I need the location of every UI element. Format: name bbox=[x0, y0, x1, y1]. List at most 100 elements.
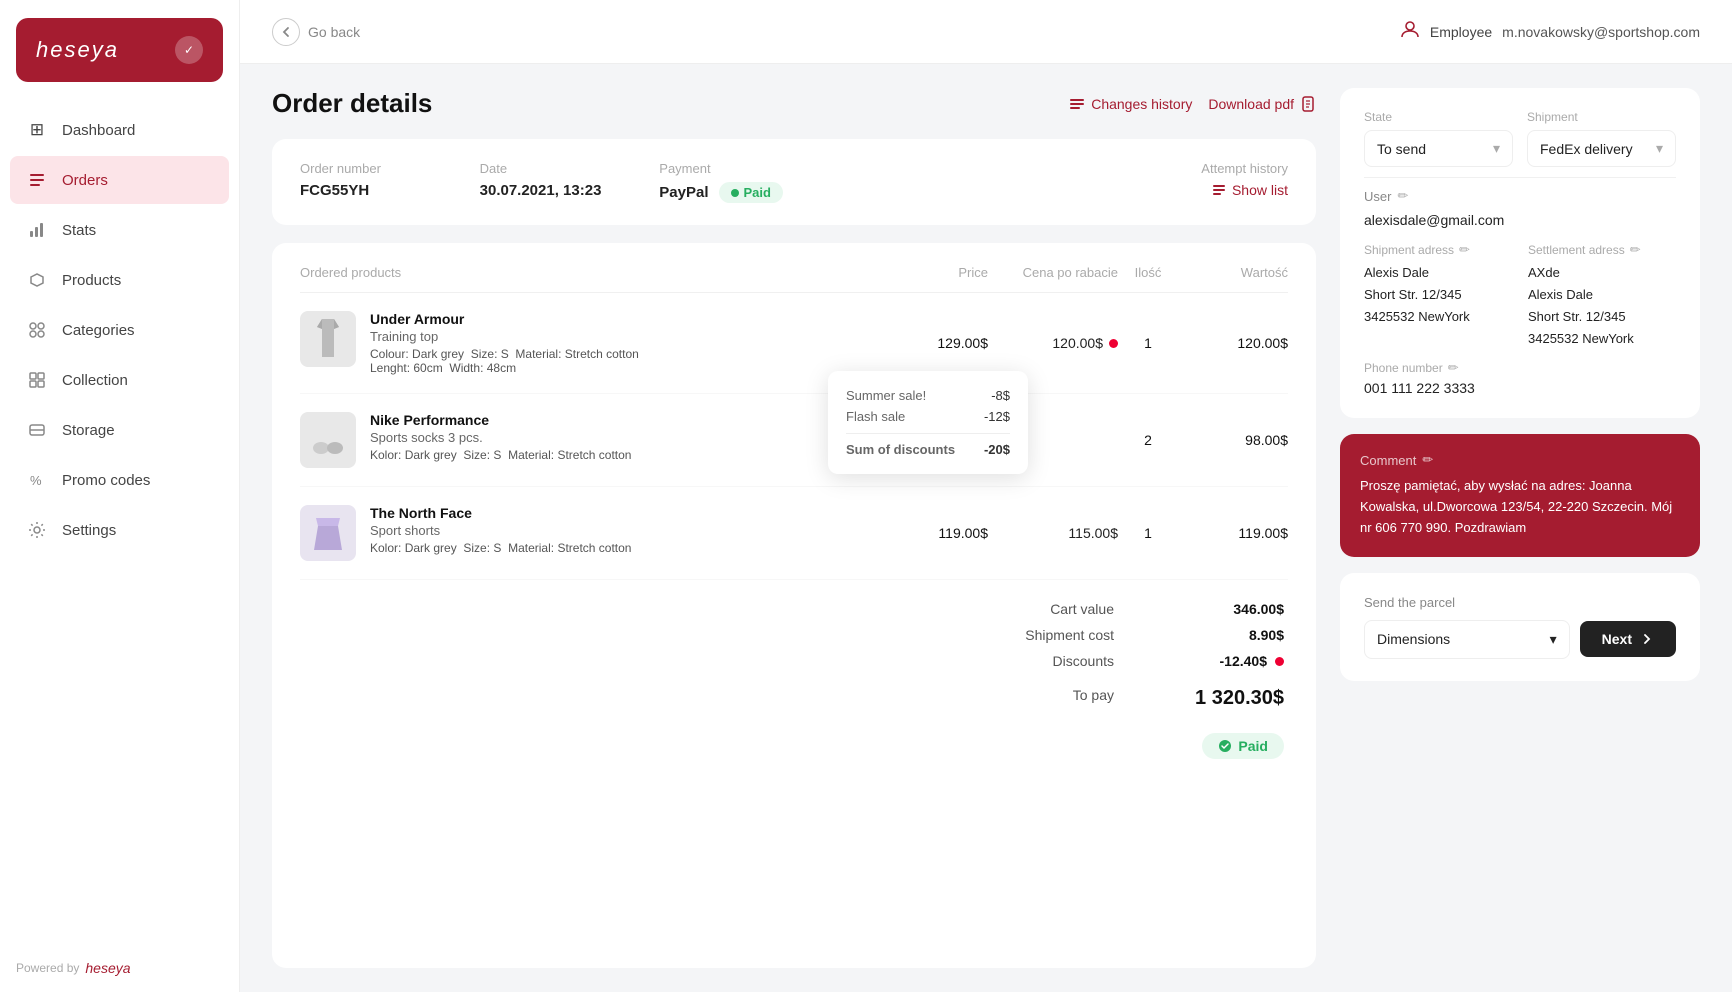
shipment-value: FedEx delivery bbox=[1540, 141, 1633, 157]
shipment-address-text: Shipment adress bbox=[1364, 243, 1454, 257]
footer-brand: heseya bbox=[85, 960, 130, 976]
meta-size-3: S bbox=[493, 541, 501, 555]
settlement-address-text: Settlement adress bbox=[1528, 243, 1625, 257]
shipment-field: Shipment FedEx delivery ▾ bbox=[1527, 110, 1676, 167]
product-name-3: Sport shorts bbox=[370, 523, 878, 538]
col-product-header: Ordered products bbox=[300, 265, 878, 280]
product-name-1: Training top bbox=[370, 329, 878, 344]
show-list-button[interactable]: Show list bbox=[1019, 182, 1288, 198]
promo-codes-icon: % bbox=[26, 469, 48, 491]
employee-email: m.novakowsky@sportshop.com bbox=[1502, 24, 1700, 40]
product-image-3 bbox=[300, 505, 356, 561]
order-title-row: Order details Changes history Download p… bbox=[272, 88, 1316, 119]
sidebar-item-orders[interactable]: Orders bbox=[10, 156, 229, 204]
attempt-history-label: Attempt history bbox=[1019, 161, 1288, 176]
order-actions: Changes history Download pdf bbox=[1069, 96, 1316, 112]
totals-section: Cart value 346.00$ Shipment cost 8.90$ D… bbox=[300, 596, 1288, 759]
show-list-label: Show list bbox=[1232, 182, 1288, 198]
products-table-header: Ordered products Price Cena po rabacie I… bbox=[300, 265, 1288, 293]
next-button[interactable]: Next bbox=[1580, 621, 1676, 657]
order-number-field: Order number FCG55YH bbox=[300, 161, 480, 199]
state-select[interactable]: To send ▾ bbox=[1364, 130, 1513, 167]
parcel-select[interactable]: Dimensions ▾ bbox=[1364, 620, 1570, 659]
sidebar-footer: Powered by heseya bbox=[0, 944, 239, 992]
phone-value: 001 111 222 3333 bbox=[1364, 380, 1676, 396]
comment-text: Proszę pamiętać, aby wysłać na adres: Jo… bbox=[1360, 476, 1680, 538]
topbar: Go back Employee m.novakowsky@sportshop.… bbox=[240, 0, 1732, 64]
changes-history-button[interactable]: Changes history bbox=[1069, 96, 1192, 112]
sidebar-item-categories[interactable]: Categories bbox=[10, 306, 229, 354]
sidebar-item-dashboard[interactable]: ⊞ Dashboard bbox=[10, 106, 229, 154]
discount-tooltip: Summer sale! -8$ Flash sale -12$ Sum of … bbox=[828, 371, 1028, 474]
categories-icon bbox=[26, 319, 48, 341]
discounts-row: Discounts -12.40$ bbox=[300, 648, 1284, 674]
order-number-label: Order number bbox=[300, 161, 480, 176]
comment-card: Comment ✏ Proszę pamiętać, aby wysłać na… bbox=[1340, 434, 1700, 556]
product-row-1: Under Armour Training top Colour: Dark g… bbox=[300, 293, 1288, 394]
col-discount-price-header: Cena po rabacie bbox=[988, 265, 1118, 280]
product-discount-price-1: 120.00$ Summer sale! -8$ Flash sale - bbox=[988, 335, 1118, 351]
comment-edit-icon[interactable]: ✏ bbox=[1422, 452, 1433, 468]
settlement-address-line-2: Alexis Dale bbox=[1528, 284, 1676, 306]
discount-row-flash: Flash sale -12$ bbox=[846, 406, 1010, 427]
attempt-history-field: Attempt history Show list bbox=[1019, 161, 1288, 198]
page-title: Order details bbox=[272, 88, 432, 119]
logo: heseya ✓ bbox=[16, 18, 223, 82]
cart-value: 346.00$ bbox=[1174, 601, 1284, 617]
payment-label: Payment bbox=[659, 161, 1018, 176]
product-discount-price-3: 115.00$ bbox=[988, 525, 1118, 541]
sidebar-nav: ⊞ Dashboard Orders Stats Products Cate bbox=[0, 106, 239, 944]
shipment-select[interactable]: FedEx delivery ▾ bbox=[1527, 130, 1676, 167]
stats-icon bbox=[26, 219, 48, 241]
payment-field: Payment PayPal Paid bbox=[659, 161, 1018, 203]
shipment-address-edit-icon[interactable]: ✏ bbox=[1459, 242, 1470, 258]
discount-amount-total: -20$ bbox=[984, 442, 1010, 457]
products-icon bbox=[26, 269, 48, 291]
meta-lenght: 60cm bbox=[413, 361, 442, 375]
discount-name-flash: Flash sale bbox=[846, 409, 905, 424]
paid-badge: Paid bbox=[719, 182, 783, 203]
sidebar-item-label: Collection bbox=[62, 372, 128, 389]
product-info-3: The North Face Sport shorts Kolor: Dark … bbox=[370, 505, 878, 555]
logo-icon: ✓ bbox=[175, 36, 203, 64]
phone-edit-icon[interactable]: ✏ bbox=[1448, 360, 1459, 376]
go-back-button[interactable]: Go back bbox=[272, 18, 360, 46]
col-value-header: Wartość bbox=[1178, 265, 1288, 280]
product-info-2: Nike Performance Sports socks 3 pcs. Kol… bbox=[370, 412, 878, 462]
sidebar: heseya ✓ ⊞ Dashboard Orders Stats Produc… bbox=[0, 0, 240, 992]
shipment-address-line-3: 3425532 NewYork bbox=[1364, 306, 1512, 328]
to-pay-row: To pay 1 320.30$ bbox=[300, 682, 1284, 715]
divider-1 bbox=[1364, 177, 1676, 178]
svg-text:%: % bbox=[30, 473, 42, 488]
to-pay-value: 1 320.30$ bbox=[1174, 687, 1284, 710]
product-meta-2: Kolor: Dark grey Size: S Material: Stret… bbox=[370, 448, 878, 462]
product-qty-3: 1 bbox=[1118, 525, 1178, 541]
cart-value-label: Cart value bbox=[1050, 601, 1114, 617]
discount-amount-summer: -8$ bbox=[991, 388, 1010, 403]
download-pdf-button[interactable]: Download pdf bbox=[1208, 96, 1316, 112]
sidebar-item-promo-codes[interactable]: % Promo codes bbox=[10, 456, 229, 504]
discount-name-total: Sum of discounts bbox=[846, 442, 955, 457]
sidebar-item-stats[interactable]: Stats bbox=[10, 206, 229, 254]
sidebar-item-settings[interactable]: Settings bbox=[10, 506, 229, 554]
changes-history-label: Changes history bbox=[1091, 96, 1192, 112]
next-btn-label: Next bbox=[1602, 631, 1632, 647]
shipment-address-col: Shipment adress ✏ Alexis Dale Short Str.… bbox=[1364, 242, 1512, 350]
product-qty-1: 1 bbox=[1118, 335, 1178, 351]
sidebar-item-collection[interactable]: Collection bbox=[10, 356, 229, 404]
sidebar-item-storage[interactable]: Storage bbox=[10, 406, 229, 454]
meta-label-size-2: Size: bbox=[463, 448, 493, 462]
sidebar-item-products[interactable]: Products bbox=[10, 256, 229, 304]
paid-label: Paid bbox=[744, 185, 771, 200]
sidebar-item-label: Settings bbox=[62, 522, 116, 539]
discount-row-total: Sum of discounts -20$ bbox=[846, 433, 1010, 460]
user-edit-icon[interactable]: ✏ bbox=[1397, 188, 1408, 204]
dashboard-icon: ⊞ bbox=[26, 119, 48, 141]
meta-kolor-3: Dark grey bbox=[405, 541, 457, 555]
sidebar-item-label: Categories bbox=[62, 322, 135, 339]
payment-method: PayPal bbox=[659, 184, 708, 201]
order-panel: Order details Changes history Download p… bbox=[272, 88, 1316, 968]
meta-label-colour: Colour: bbox=[370, 347, 412, 361]
settlement-address-label: Settlement adress ✏ bbox=[1528, 242, 1676, 258]
settlement-address-edit-icon[interactable]: ✏ bbox=[1630, 242, 1641, 258]
